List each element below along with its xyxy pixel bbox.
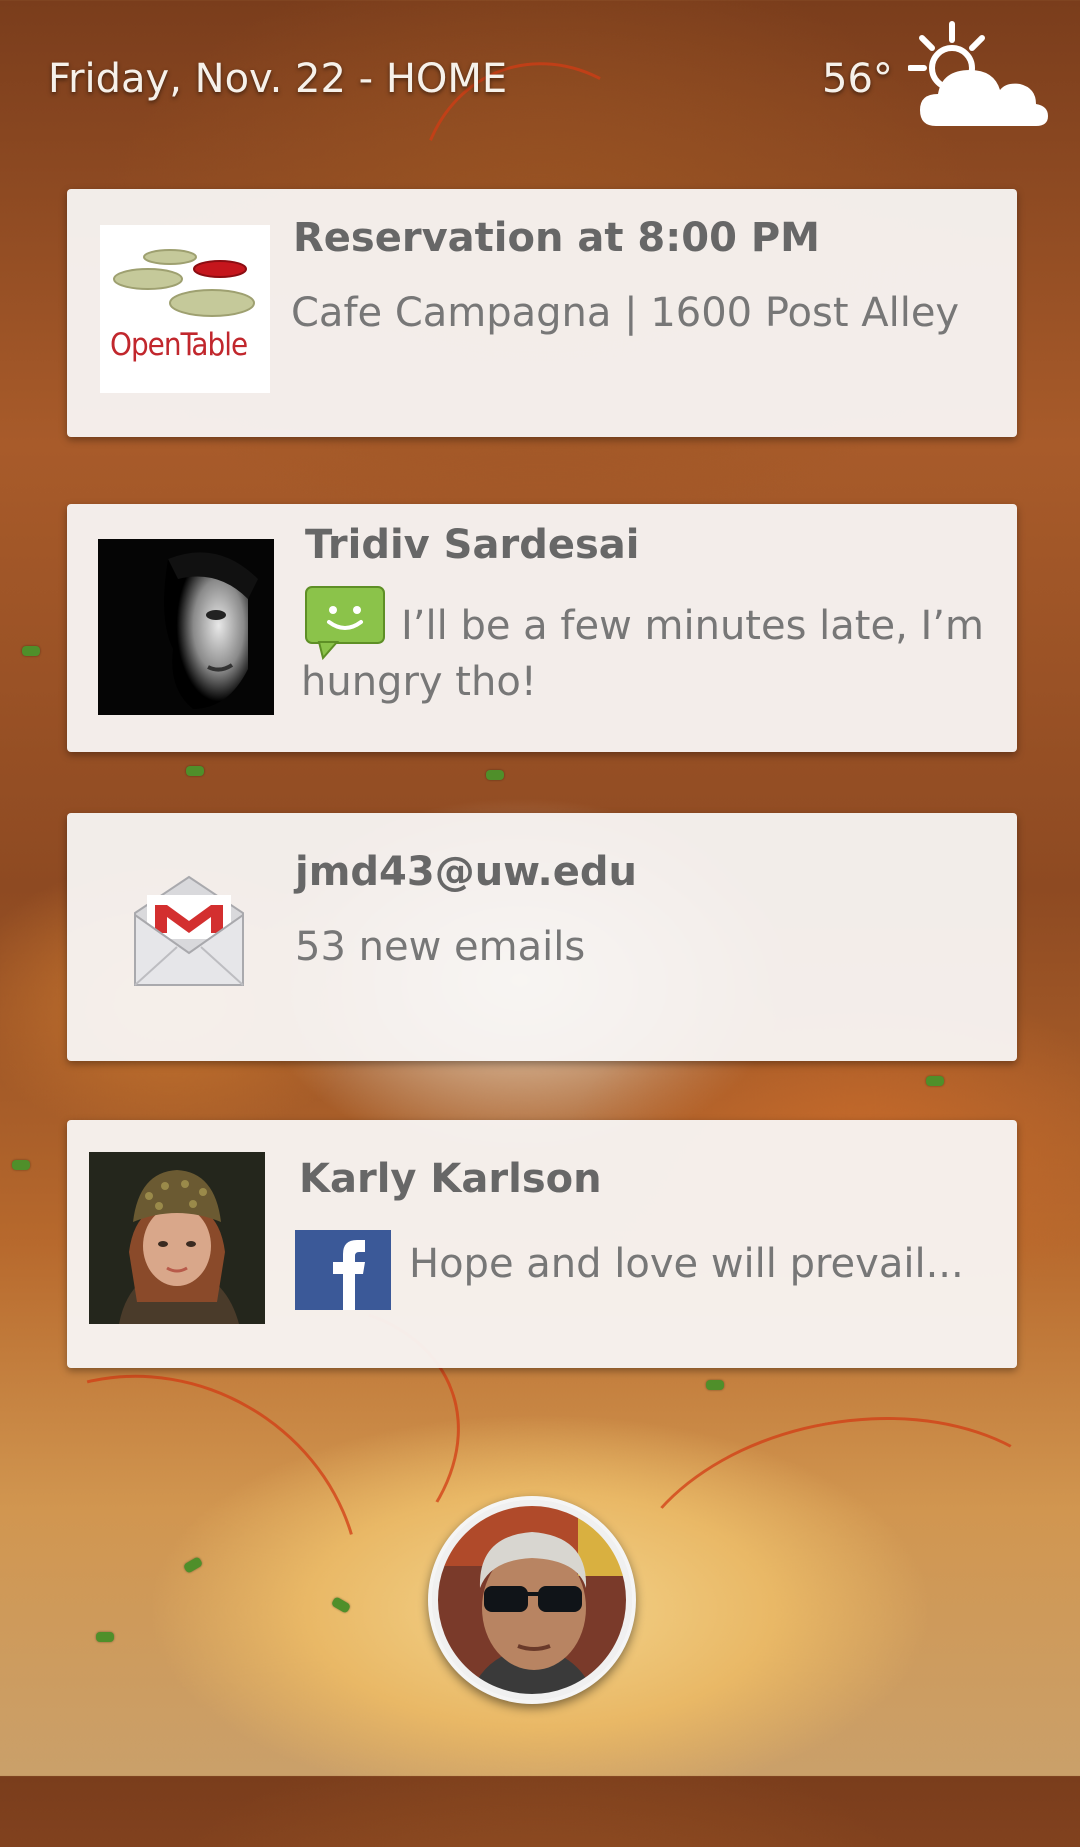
- date-location-label: Friday, Nov. 22 - HOME: [48, 56, 508, 102]
- avatar-karly: [89, 1152, 265, 1324]
- message-sender: Tridiv Sardesai: [305, 522, 640, 568]
- opentable-logo-text: OpenTable: [110, 327, 248, 363]
- facebook-card[interactable]: Karly Karlson Hope and love will prevail…: [67, 1120, 1017, 1368]
- facebook-friend-name: Karly Karlson: [299, 1156, 602, 1202]
- email-card[interactable]: jmd43@uw.edu 53 new emails: [67, 813, 1017, 1061]
- opentable-plates-icon: [113, 249, 255, 317]
- reservation-title: Reservation at 8:00 PM: [293, 215, 820, 261]
- message-text: I’ll be a few minutes late, I’m hungry t…: [301, 603, 984, 705]
- facebook-icon: [295, 1230, 391, 1310]
- avatar-tridiv: [98, 539, 274, 715]
- facebook-post-text: Hope and love will prevail...: [409, 1241, 964, 1287]
- user-avatar: [432, 1500, 632, 1700]
- reservation-detail: Cafe Campagna | 1600 Post Alley: [291, 290, 960, 336]
- user-profile-button[interactable]: [428, 1496, 636, 1704]
- email-count: 53 new emails: [295, 924, 586, 970]
- email-account: jmd43@uw.edu: [295, 849, 637, 895]
- gmail-icon: [134, 875, 244, 986]
- message-card[interactable]: Tridiv Sardesai I’ll be a few minutes la…: [67, 504, 1017, 752]
- partly-cloudy-icon: [908, 21, 1048, 126]
- temperature-label: 56°: [822, 56, 893, 102]
- reservation-card[interactable]: OpenTable Reservation at 8:00 PM Cafe Ca…: [67, 189, 1017, 437]
- opentable-logo: OpenTable: [100, 225, 270, 393]
